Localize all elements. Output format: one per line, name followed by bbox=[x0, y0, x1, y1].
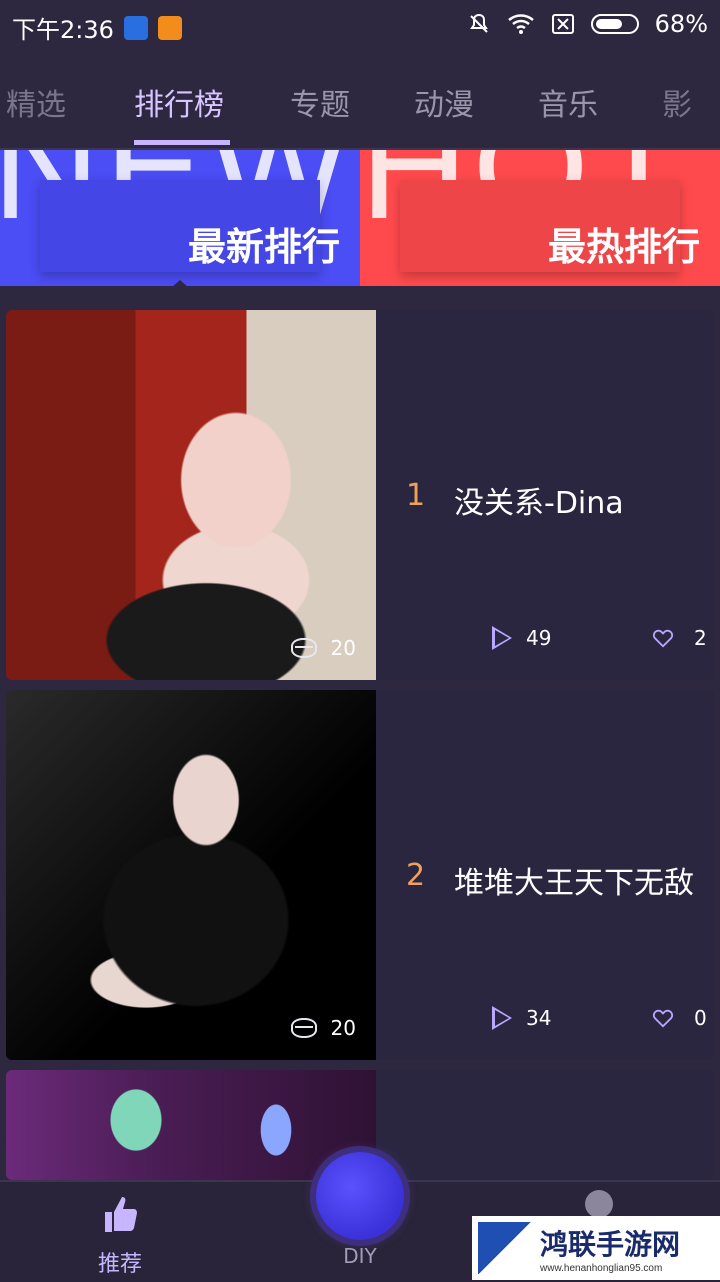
cover-image: 20 bbox=[6, 310, 376, 680]
heart-icon bbox=[652, 1007, 674, 1029]
battery-icon bbox=[590, 14, 639, 34]
image-count: 20 bbox=[290, 1016, 356, 1040]
diy-button[interactable] bbox=[316, 1152, 404, 1240]
watermark-url: www.henanhonglian95.com bbox=[540, 1262, 663, 1274]
tab-topics[interactable]: 专题 bbox=[290, 80, 350, 124]
play-count: 49 bbox=[526, 626, 552, 650]
image-count-value: 20 bbox=[330, 636, 356, 660]
list-item[interactable]: 20 1 没关系-Dina 49 2 bbox=[6, 310, 714, 680]
like-stat[interactable]: 2 bbox=[652, 626, 707, 650]
battery-percent: 68% bbox=[654, 10, 708, 38]
category-tabs: 精选 排行榜 专题 动漫 音乐 影 bbox=[0, 50, 720, 148]
watermark-title: 鸿联手游网 bbox=[540, 1227, 681, 1261]
like-stat[interactable]: 0 bbox=[652, 1006, 707, 1030]
rank-number: 1 bbox=[406, 478, 426, 513]
shield-icon bbox=[123, 15, 148, 40]
status-time: 下午2:36 bbox=[12, 16, 114, 44]
list-item[interactable]: 20 2 堆堆大王天下无敌 34 0 bbox=[6, 690, 714, 1060]
banner-label: 最热排行 bbox=[547, 225, 700, 269]
banner-label: 最新排行 bbox=[187, 225, 340, 269]
cover-image bbox=[6, 1070, 376, 1180]
play-count: 34 bbox=[526, 1006, 552, 1030]
selected-banner-notch bbox=[172, 280, 188, 287]
heart-icon bbox=[652, 627, 674, 649]
tab-featured[interactable]: 精选 bbox=[6, 80, 66, 124]
battery-level bbox=[595, 19, 622, 29]
rank-number: 2 bbox=[406, 858, 426, 893]
wifi-icon bbox=[507, 14, 534, 34]
watermark: 鸿联手游网 www.henanhonglian95.com bbox=[472, 1216, 720, 1280]
sim-off-icon bbox=[551, 14, 574, 34]
item-title: 没关系-Dina bbox=[454, 486, 624, 521]
tab-anime[interactable]: 动漫 bbox=[414, 80, 474, 124]
newest-ranking-banner[interactable]: NEW 最新排行 bbox=[0, 150, 360, 286]
play-stat: 34 bbox=[492, 1006, 551, 1030]
tab-film[interactable]: 影 bbox=[662, 80, 692, 124]
tab-music[interactable]: 音乐 bbox=[538, 80, 598, 124]
stack-icon bbox=[290, 638, 317, 658]
cover-image: 20 bbox=[6, 690, 376, 1060]
thumbs-up-icon bbox=[105, 1197, 137, 1232]
active-tab-indicator bbox=[134, 140, 230, 145]
stack-icon bbox=[290, 1018, 317, 1038]
tab-rankings[interactable]: 排行榜 bbox=[134, 80, 224, 124]
like-count: 2 bbox=[694, 626, 707, 650]
uc-browser-icon bbox=[157, 15, 182, 40]
play-icon bbox=[492, 626, 512, 650]
watermark-logo-icon bbox=[478, 1222, 532, 1274]
profile-icon[interactable] bbox=[585, 1190, 613, 1218]
image-count-value: 20 bbox=[330, 1016, 356, 1040]
play-stat: 49 bbox=[492, 626, 551, 650]
image-count: 20 bbox=[290, 636, 356, 660]
item-title: 堆堆大王天下无敌 bbox=[454, 866, 694, 901]
hottest-ranking-banner[interactable]: HOT 最热排行 bbox=[360, 150, 720, 286]
like-count: 0 bbox=[694, 1006, 707, 1030]
play-icon bbox=[492, 1006, 512, 1030]
status-bar: 下午2:36 68% bbox=[0, 0, 720, 50]
mute-icon bbox=[469, 13, 488, 33]
